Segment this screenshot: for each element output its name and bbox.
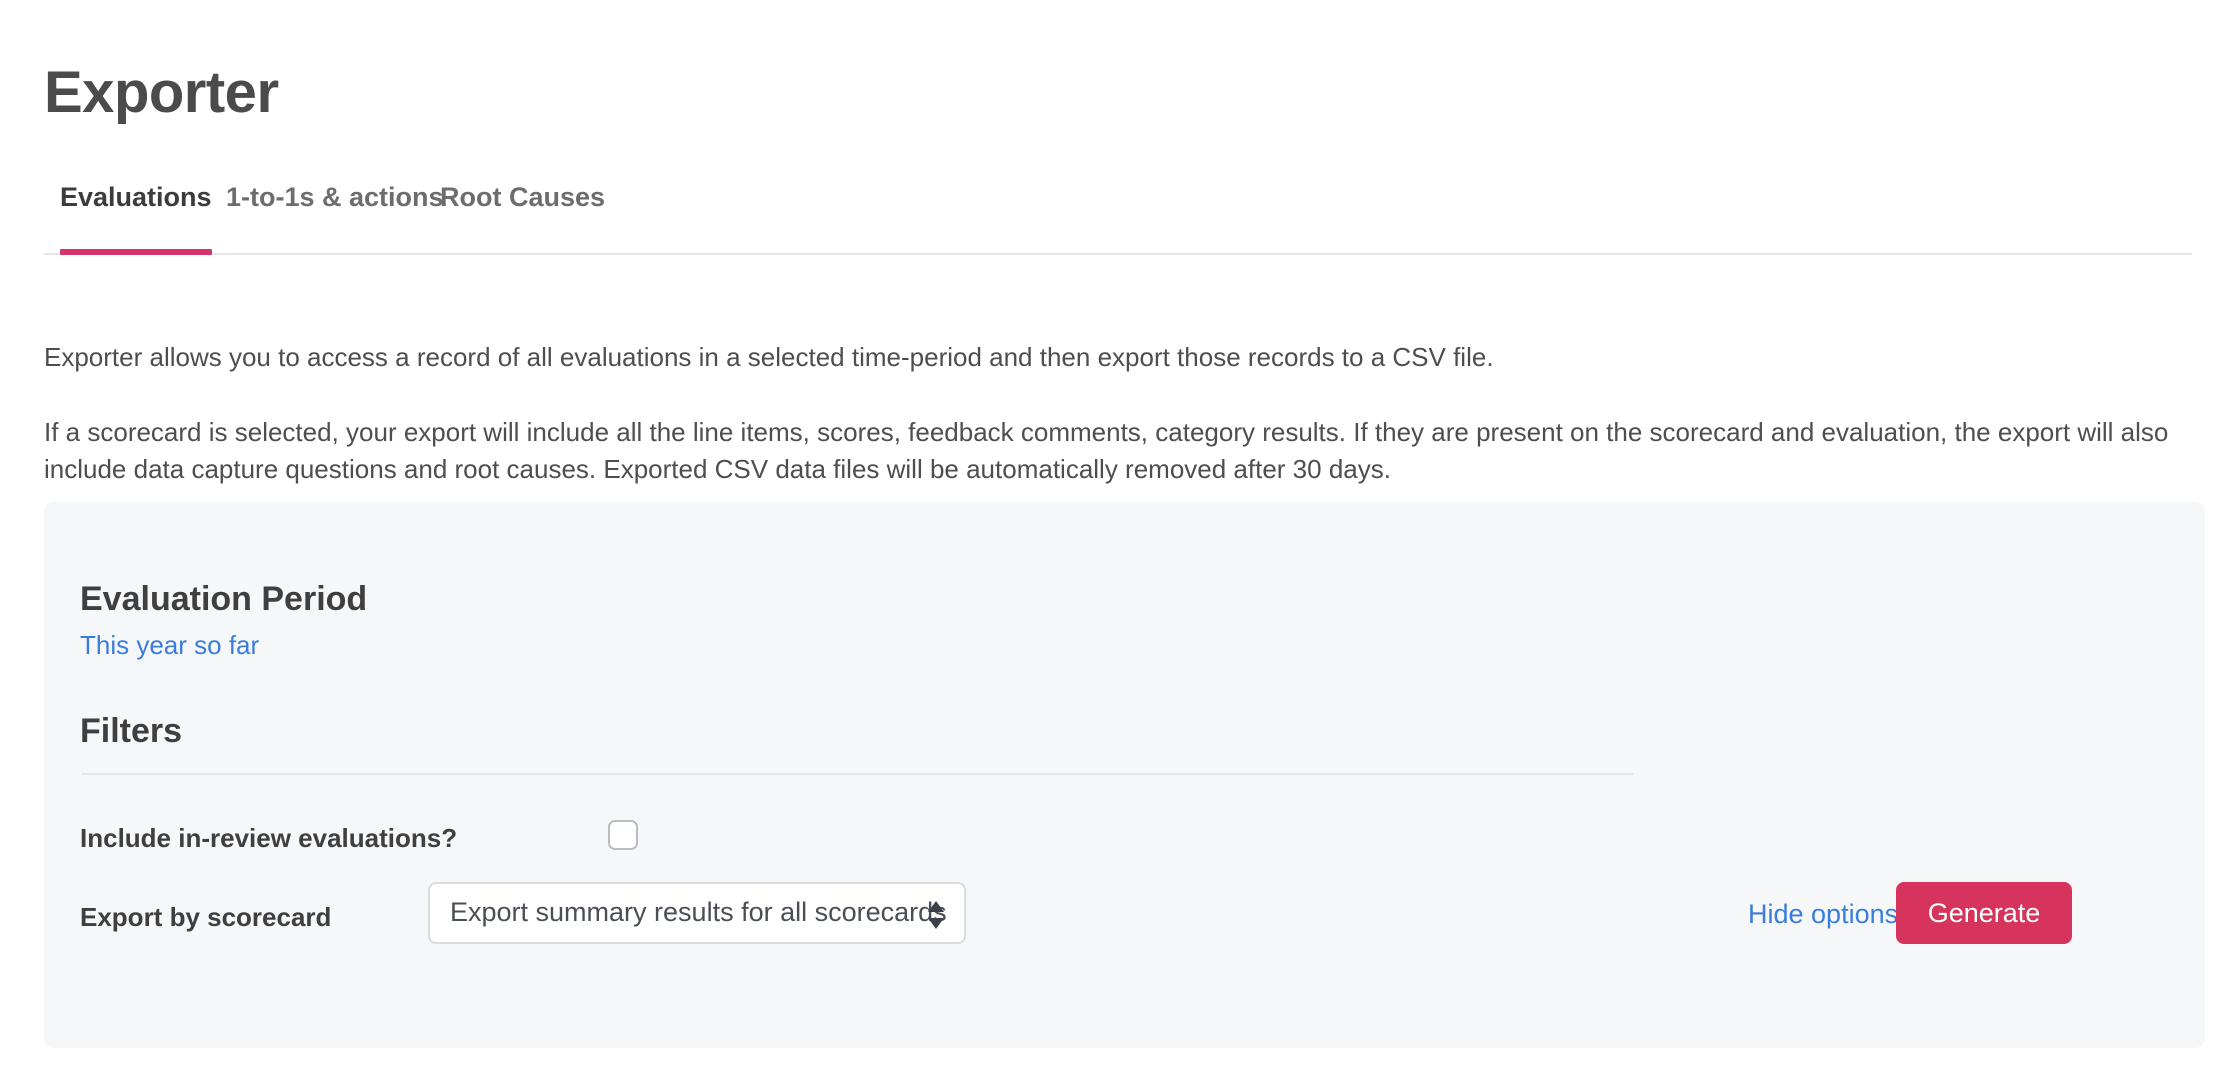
- tab-root-causes[interactable]: Root Causes: [440, 178, 605, 213]
- intro-paragraph-1: Exporter allows you to access a record o…: [44, 342, 1494, 372]
- page-title: Exporter: [44, 59, 279, 125]
- tab-root-causes-label: Root Causes: [440, 182, 606, 212]
- export-by-scorecard-selected-value: Export summary results for all scorecard…: [450, 897, 947, 927]
- tab-bar: Evaluations 1-to-1s & actions Root Cause…: [44, 178, 2192, 258]
- tab-1to1s-and-actions[interactable]: 1-to-1s & actions: [226, 178, 444, 213]
- export-options-card: Evaluation Period This year so far Filte…: [44, 502, 2205, 1048]
- tab-1to1s-and-actions-label: 1-to-1s & actions: [226, 182, 444, 212]
- chevron-up-down-icon: [926, 899, 946, 931]
- export-by-scorecard-select[interactable]: Export summary results for all scorecard…: [428, 882, 966, 944]
- export-by-scorecard-label: Export by scorecard: [80, 902, 332, 932]
- include-in-review-label: Include in-review evaluations?: [80, 823, 458, 853]
- filters-divider: [82, 773, 1633, 775]
- hide-options-link[interactable]: Hide options: [1748, 899, 1898, 930]
- tab-active-indicator: [60, 249, 212, 255]
- intro-paragraph-2: If a scorecard is selected, your export …: [44, 417, 2169, 484]
- tab-inactive-indicator: [226, 249, 444, 255]
- exporter-page: Exporter Evaluations 1-to-1s & actions R…: [0, 0, 2236, 1078]
- filters-heading: Filters: [80, 712, 183, 751]
- filter-row-include-in-review: Include in-review evaluations?: [44, 807, 2205, 871]
- tab-evaluations[interactable]: Evaluations: [60, 178, 212, 255]
- evaluation-period-value-link[interactable]: This year so far: [80, 630, 259, 661]
- evaluation-period-heading: Evaluation Period: [80, 580, 368, 619]
- tab-inactive-indicator: [440, 249, 605, 255]
- tab-evaluations-label: Evaluations: [60, 182, 212, 212]
- generate-button[interactable]: Generate: [1896, 882, 2072, 944]
- filter-row-export-by-scorecard: Export by scorecard Export summary resul…: [44, 882, 2205, 952]
- include-in-review-checkbox[interactable]: [608, 820, 638, 850]
